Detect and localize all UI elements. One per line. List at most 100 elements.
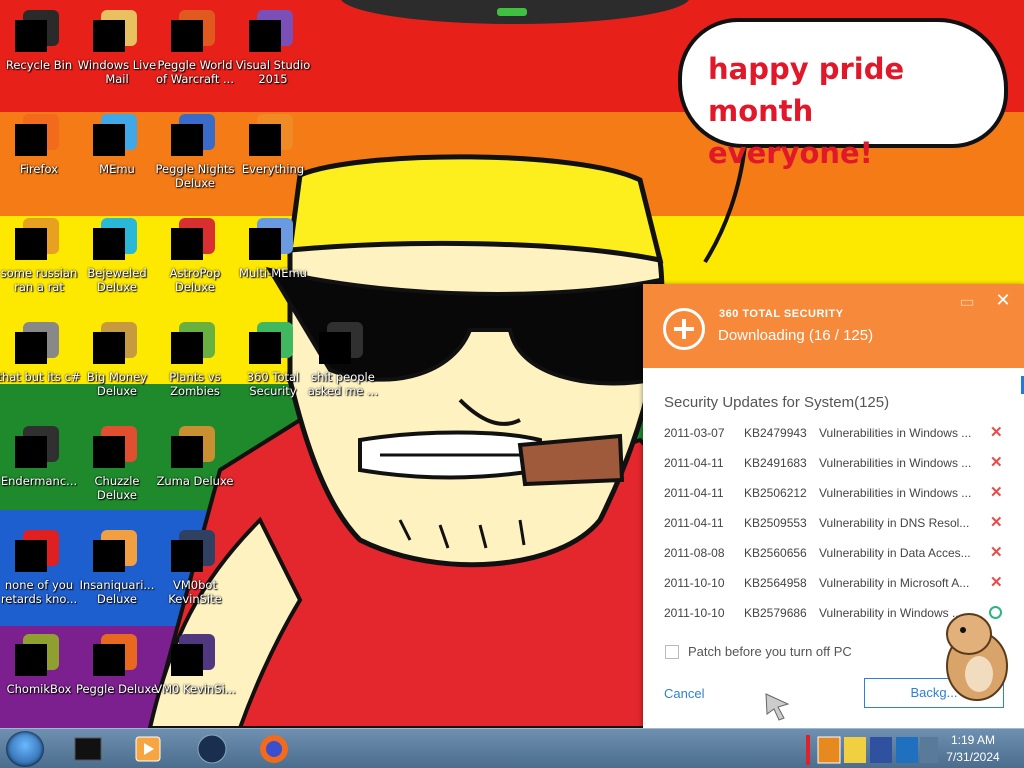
- taskbar-app-firefox[interactable]: [248, 732, 300, 766]
- redaction-box: [93, 644, 125, 676]
- desktop-icon[interactable]: ChomikBox: [0, 624, 78, 720]
- redaction-box: [171, 540, 203, 572]
- minimize-icon[interactable]: ▭: [957, 292, 977, 311]
- desktop-icon[interactable]: Windows Live Mail: [78, 0, 156, 96]
- patch-checkbox[interactable]: [665, 645, 679, 659]
- taskbar-app-terminal[interactable]: [62, 732, 114, 766]
- redaction-box: [93, 332, 125, 364]
- desktop-icon[interactable]: that but its c#: [0, 312, 81, 408]
- desktop-icon[interactable]: VM0bot KevinSite: [156, 520, 234, 616]
- redaction-box: [93, 124, 125, 156]
- desktop-icon-label: none of you retards kno...: [0, 578, 78, 606]
- taskbar-app-media-player[interactable]: [122, 732, 174, 766]
- cancel-button[interactable]: Cancel: [664, 686, 704, 701]
- remove-icon[interactable]: ✕: [990, 448, 1003, 478]
- desktop-icon-label: Firefox: [19, 162, 59, 176]
- taskbar-app-network[interactable]: [186, 732, 238, 766]
- redaction-box: [15, 332, 47, 364]
- desktop-icon-label: Endermanc...: [0, 474, 78, 488]
- desktop-icon[interactable]: Insaniquari... Deluxe: [78, 520, 156, 616]
- update-kb: KB2560656: [744, 546, 807, 560]
- bubble-text: happy pride month everyone!: [708, 48, 984, 174]
- download-status: Downloading (16 / 125): [718, 327, 874, 344]
- remove-icon[interactable]: ✕: [990, 418, 1003, 448]
- desktop-icon[interactable]: Plants vs Zombies: [156, 312, 234, 408]
- desktop-icon[interactable]: VM0 KevinSi...: [154, 624, 236, 720]
- updates-list: 2011-03-07 KB2479943 Vulnerabilities in Wi…: [664, 418, 1009, 628]
- desktop-icon-label: Visual Studio 2015: [235, 58, 311, 86]
- desktop-icon-label: that but its c#: [0, 370, 81, 384]
- update-description: Vulnerability in Microsoft A...: [819, 576, 970, 590]
- desktop-icon-label: Insaniquari... Deluxe: [79, 578, 155, 606]
- update-date: 2011-04-11: [664, 456, 724, 470]
- clock-time[interactable]: 1:19 AM: [948, 733, 998, 747]
- desktop-icon[interactable]: Multi-MEmu: [234, 208, 312, 304]
- close-icon[interactable]: ✕: [993, 290, 1013, 310]
- update-kb: KB2579686: [744, 606, 807, 620]
- desktop-icon[interactable]: Peggle World of Warcraft ...: [156, 0, 234, 96]
- desktop-icon-label: shit people asked me ...: [307, 370, 379, 398]
- update-description: Vulnerabilities in Windows ...: [819, 456, 972, 470]
- update-row[interactable]: 2011-04-11 KB2506212 Vulnerabilities in Wi…: [664, 478, 1009, 508]
- desktop-icon-label: AstroPop Deluxe: [169, 266, 221, 294]
- media-player-icon: [135, 736, 161, 762]
- firefox-icon: [260, 735, 288, 763]
- redaction-box: [171, 20, 203, 52]
- plus-icon: [663, 308, 705, 350]
- desktop-icon[interactable]: MEmu: [78, 104, 156, 200]
- update-row[interactable]: 2011-10-10 KB2564958 Vulnerability in Micr…: [664, 568, 1009, 598]
- desktop-icon[interactable]: Endermanc...: [0, 416, 78, 512]
- update-row[interactable]: 2011-04-11 KB2491683 Vulnerabilities in Wi…: [664, 448, 1009, 478]
- redaction-box: [319, 332, 351, 364]
- remove-icon[interactable]: ✕: [990, 508, 1003, 538]
- desktop-icon[interactable]: AstroPop Deluxe: [156, 208, 234, 304]
- patch-label: Patch before you turn off PC: [688, 644, 852, 659]
- desktop-icon-label: MEmu: [99, 162, 135, 176]
- desktop-icon[interactable]: Peggle Nights Deluxe: [155, 104, 235, 200]
- update-description: Vulnerabilities in Windows ...: [819, 426, 972, 440]
- desktop-icon[interactable]: Chuzzle Deluxe: [78, 416, 156, 512]
- update-row[interactable]: 2011-04-11 KB2509553 Vulnerability in DNS …: [664, 508, 1009, 538]
- redaction-box: [93, 540, 125, 572]
- remove-icon[interactable]: ✕: [990, 538, 1003, 568]
- remove-icon[interactable]: ✕: [990, 568, 1003, 598]
- desktop-icon-label: Recycle Bin: [5, 58, 73, 72]
- speech-bubble: happy pride month everyone!: [678, 18, 1008, 170]
- update-row[interactable]: 2011-08-08 KB2560656 Vulnerability in Data…: [664, 538, 1009, 568]
- update-description: Vulnerabilities in Windows ...: [819, 486, 972, 500]
- update-kb: KB2506212: [744, 486, 807, 500]
- update-date: 2011-03-07: [664, 426, 725, 440]
- redaction-box: [171, 332, 203, 364]
- desktop-icon[interactable]: Big Money Deluxe: [78, 312, 156, 408]
- desktop-icon[interactable]: shit people asked me ...: [304, 312, 382, 408]
- popup-header: 360 TOTAL SECURITY Downloading (16 / 125…: [643, 284, 1024, 368]
- redaction-box: [171, 644, 203, 676]
- desktop-icon-label: Bejeweled Deluxe: [87, 266, 147, 294]
- desktop-icon[interactable]: Zuma Deluxe: [156, 416, 234, 512]
- remove-icon[interactable]: ✕: [990, 478, 1003, 508]
- redaction-box: [171, 436, 203, 468]
- desktop-icon[interactable]: Visual Studio 2015: [234, 0, 312, 96]
- update-description: Vulnerability in DNS Resol...: [819, 516, 970, 530]
- desktop-icon[interactable]: Recycle Bin: [0, 0, 78, 96]
- desktop-icon[interactable]: Peggle Deluxe: [76, 624, 158, 720]
- redaction-box: [15, 540, 47, 572]
- hamster-sticker: [946, 613, 1008, 701]
- desktop-icon-label: Peggle Deluxe: [75, 682, 159, 696]
- redaction-box: [15, 124, 47, 156]
- desktop-icon[interactable]: Everything: [234, 104, 312, 200]
- update-row[interactable]: 2011-03-07 KB2479943 Vulnerabilities in Wi…: [664, 418, 1009, 448]
- network-icon: [197, 734, 227, 764]
- top-indicator: [497, 8, 527, 16]
- desktop-icon[interactable]: Firefox: [0, 104, 78, 200]
- desktop-icon-label: Big Money Deluxe: [86, 370, 148, 398]
- update-kb: KB2509553: [744, 516, 807, 530]
- desktop-icon[interactable]: none of you retards kno...: [0, 520, 78, 616]
- update-kb: KB2479943: [744, 426, 807, 440]
- desktop-icon[interactable]: some russian ran a rat: [0, 208, 78, 304]
- redaction-box: [15, 436, 47, 468]
- start-button[interactable]: [6, 731, 44, 767]
- desktop-icon-label: Windows Live Mail: [77, 58, 157, 86]
- clock-date[interactable]: 7/31/2024: [940, 750, 1006, 764]
- desktop-icon[interactable]: Bejeweled Deluxe: [78, 208, 156, 304]
